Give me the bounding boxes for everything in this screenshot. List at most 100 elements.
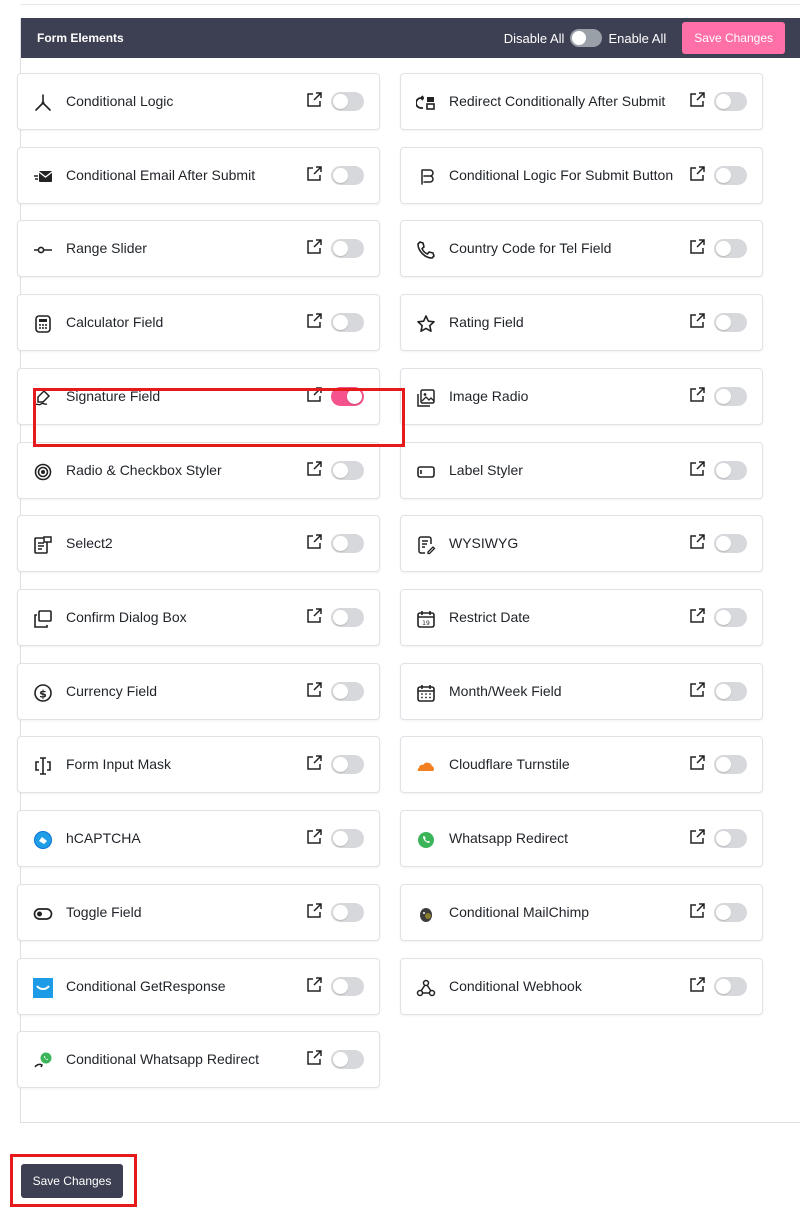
element-card: Conditional Email After Submit — [17, 147, 380, 204]
element-toggle[interactable] — [331, 239, 364, 258]
getresponse-icon — [32, 977, 54, 999]
element-toggle[interactable] — [714, 829, 747, 848]
element-toggle[interactable] — [331, 755, 364, 774]
input-mask-icon — [32, 755, 54, 777]
element-toggle[interactable] — [331, 1050, 364, 1069]
external-link-icon[interactable] — [305, 386, 323, 404]
email-send-icon — [32, 166, 54, 188]
element-label: Toggle Field — [66, 904, 142, 920]
enable-all-switch[interactable] — [570, 29, 603, 47]
element-label: Label Styler — [449, 462, 523, 478]
element-toggle[interactable] — [331, 682, 364, 701]
element-card: Rating Field — [400, 294, 763, 351]
element-label: Radio & Checkbox Styler — [66, 462, 222, 478]
external-link-icon[interactable] — [305, 165, 323, 183]
external-link-icon[interactable] — [688, 238, 706, 256]
element-toggle[interactable] — [714, 608, 747, 627]
element-card: Conditional Whatsapp Redirect — [17, 1031, 380, 1088]
element-toggle[interactable] — [331, 608, 364, 627]
branch-icon — [32, 92, 54, 114]
element-toggle[interactable] — [331, 534, 364, 553]
element-toggle[interactable] — [331, 903, 364, 922]
toggle-knob — [333, 241, 348, 256]
external-link-icon[interactable] — [305, 976, 323, 994]
toggle-knob — [716, 536, 731, 551]
footer-save-button[interactable]: Save Changes — [21, 1164, 123, 1198]
toggle-knob — [333, 757, 348, 772]
label-icon — [415, 461, 437, 483]
external-link-icon[interactable] — [305, 681, 323, 699]
redirect-icon — [415, 92, 437, 114]
external-link-icon[interactable] — [688, 828, 706, 846]
enable-all-label: Enable All — [608, 30, 667, 46]
toggle-knob — [333, 536, 348, 551]
external-link-icon[interactable] — [305, 533, 323, 551]
external-link-icon[interactable] — [688, 902, 706, 920]
external-link-icon[interactable] — [688, 460, 706, 478]
external-link-icon[interactable] — [305, 312, 323, 330]
calendar-icon: 19 — [415, 608, 437, 630]
external-link-icon[interactable] — [305, 460, 323, 478]
submit-button-icon — [415, 166, 437, 188]
element-toggle[interactable] — [331, 977, 364, 996]
external-link-icon[interactable] — [305, 754, 323, 772]
panel-header: Form Elements Disable All Enable All Sav… — [21, 18, 800, 58]
toggle-knob — [716, 831, 731, 846]
external-link-icon[interactable] — [688, 754, 706, 772]
external-link-icon[interactable] — [688, 386, 706, 404]
svg-text:19: 19 — [422, 620, 430, 627]
element-toggle[interactable] — [714, 313, 747, 332]
header-save-button[interactable]: Save Changes — [682, 22, 785, 54]
element-toggle[interactable] — [714, 92, 747, 111]
element-label: Conditional MailChimp — [449, 904, 590, 920]
element-toggle[interactable] — [714, 387, 747, 406]
external-link-icon[interactable] — [688, 165, 706, 183]
toggle-knob — [716, 979, 731, 994]
external-link-icon[interactable] — [305, 1049, 323, 1067]
element-toggle[interactable] — [714, 682, 747, 701]
external-link-icon[interactable] — [305, 91, 323, 109]
element-card: Conditional MailChimp — [400, 884, 763, 941]
external-link-icon[interactable] — [305, 828, 323, 846]
element-label: Select2 — [66, 535, 113, 551]
image-icon — [415, 387, 437, 409]
external-link-icon[interactable] — [688, 681, 706, 699]
element-toggle[interactable] — [714, 534, 747, 553]
phone-icon — [415, 239, 437, 261]
element-toggle[interactable] — [714, 977, 747, 996]
element-label: Form Input Mask — [66, 756, 172, 772]
element-card: 19 Restrict Date — [400, 589, 763, 646]
element-toggle[interactable] — [331, 829, 364, 848]
element-toggle[interactable] — [331, 166, 364, 185]
external-link-icon[interactable] — [688, 312, 706, 330]
external-link-icon[interactable] — [305, 238, 323, 256]
external-link-icon[interactable] — [305, 902, 323, 920]
external-link-icon[interactable] — [688, 91, 706, 109]
element-toggle[interactable] — [714, 903, 747, 922]
element-toggle[interactable] — [331, 461, 364, 480]
toggle-knob — [333, 831, 348, 846]
element-toggle[interactable] — [331, 92, 364, 111]
element-toggle[interactable] — [714, 755, 747, 774]
external-link-icon[interactable] — [688, 533, 706, 551]
element-toggle[interactable] — [714, 461, 747, 480]
element-toggle[interactable] — [331, 387, 364, 406]
element-card: WYSIWYG — [400, 515, 763, 572]
element-toggle[interactable] — [714, 166, 747, 185]
dollar-icon: $ — [32, 682, 54, 704]
cloudflare-icon — [415, 755, 437, 777]
toggle-knob — [716, 168, 731, 183]
element-card: Form Input Mask — [17, 736, 380, 793]
toggle-knob — [333, 905, 348, 920]
element-label: Conditional Logic — [66, 93, 174, 109]
element-toggle[interactable] — [331, 313, 364, 332]
element-toggle[interactable] — [714, 239, 747, 258]
toggle-knob — [716, 315, 731, 330]
external-link-icon[interactable] — [688, 607, 706, 625]
dialog-icon — [32, 608, 54, 630]
element-label: Cloudflare Turnstile — [449, 756, 570, 772]
toggle-knob — [716, 389, 731, 404]
external-link-icon[interactable] — [688, 976, 706, 994]
element-label: Currency Field — [66, 683, 158, 699]
external-link-icon[interactable] — [305, 607, 323, 625]
